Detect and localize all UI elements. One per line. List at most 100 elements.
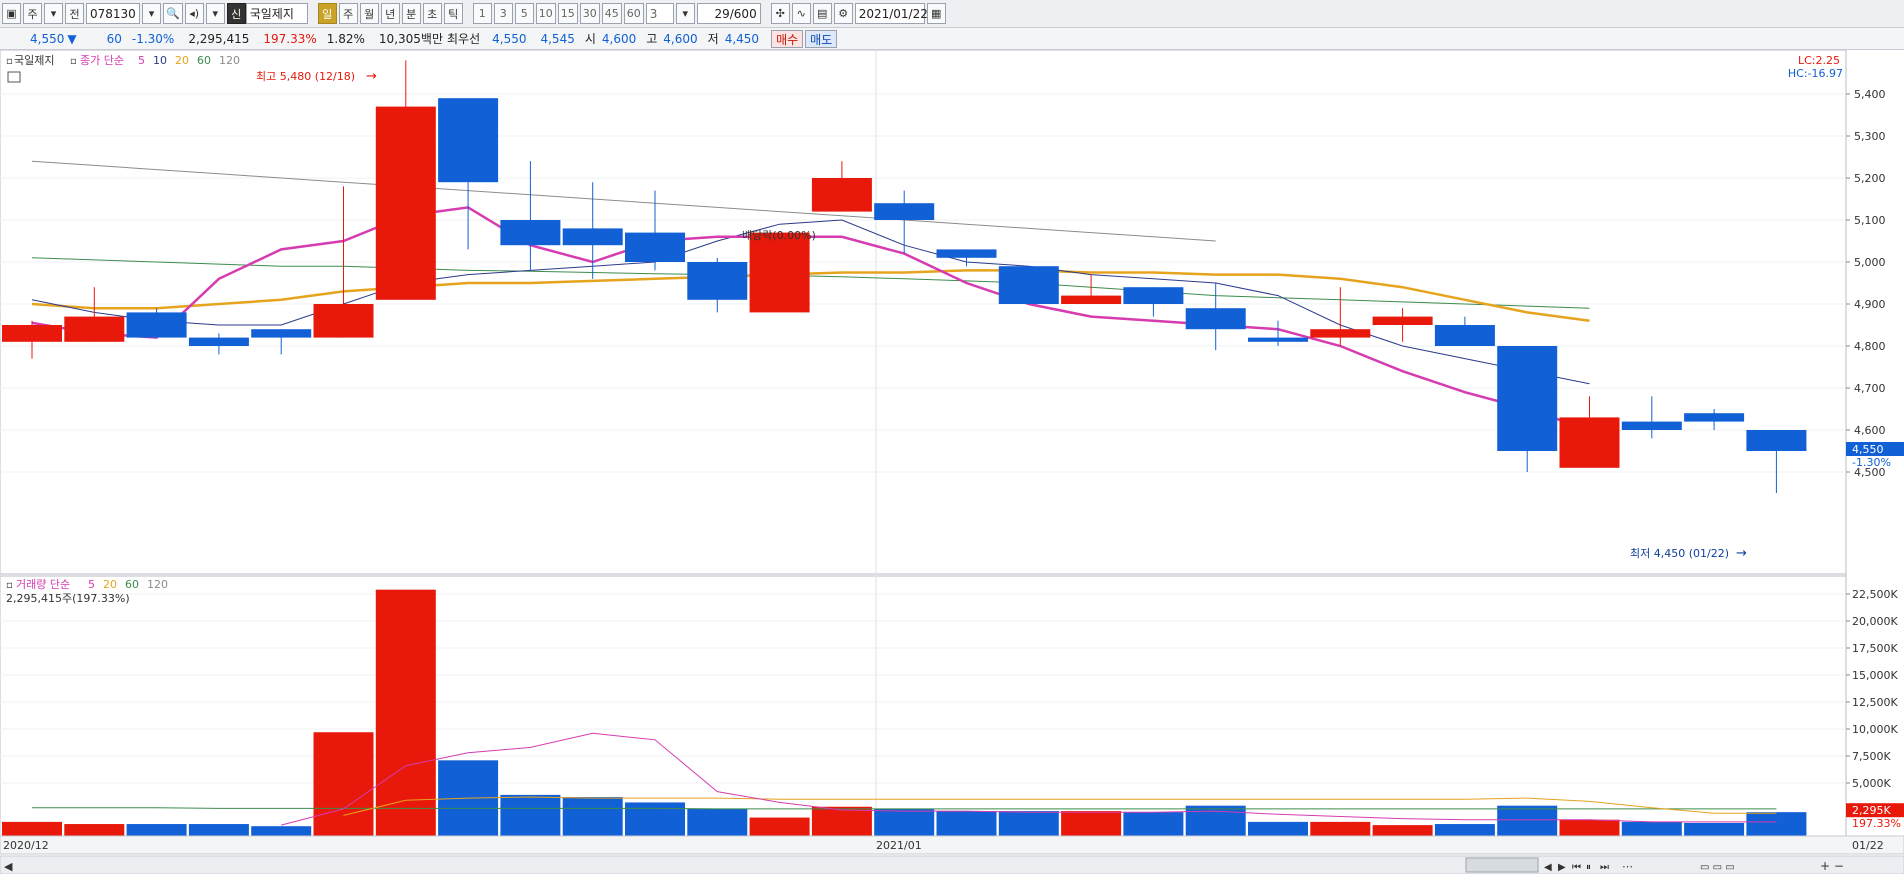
market-dropdown-icon[interactable]: ▾ [44, 3, 63, 24]
stock-code-input[interactable]: 078130 [86, 3, 140, 24]
interval-1-button[interactable]: 1 [472, 3, 492, 24]
candle-body [1372, 316, 1433, 325]
candle-body [188, 337, 249, 346]
volume-legend-period: 20 [103, 578, 117, 591]
volume-tick-label: 10,000K [1852, 723, 1898, 736]
layout-icons: ▭ ▭ ▭ [1700, 862, 1735, 873]
candle-body [811, 178, 872, 212]
legend-ma-period: 20 [175, 54, 189, 67]
layout-icon[interactable]: ▣ [2, 3, 21, 24]
all-button[interactable]: 전 [65, 3, 84, 24]
volume-legend-current: 2,295,415주(197.33%) [6, 592, 130, 605]
interval-60-button[interactable]: 60 [623, 3, 644, 24]
last-volume-ratio-label: 197.33% [1852, 817, 1901, 830]
interval-30-button[interactable]: 30 [579, 3, 600, 24]
period-tick-button[interactable]: 틱 [443, 3, 463, 24]
candle-body [2, 325, 62, 342]
volume-bar [1746, 812, 1807, 837]
best-ask-value: 4,550 [492, 31, 527, 46]
candle-body [375, 106, 436, 300]
volume-legend-icon: ▫ [6, 580, 13, 591]
sell-button[interactable]: 매도 [805, 29, 838, 48]
volume-tick-label: 5,000K [1852, 777, 1891, 790]
volume-bar [936, 811, 997, 837]
candle-body [874, 203, 935, 220]
page-count-field[interactable]: 29/600 [696, 3, 761, 24]
candle-body [998, 266, 1059, 304]
zoom-icons: + − [1820, 859, 1844, 873]
change-value: 60 [106, 31, 122, 46]
volume-bar [2, 821, 62, 837]
period-month-button[interactable]: 월 [359, 3, 379, 24]
volume-bar [874, 808, 935, 837]
candle-body [562, 228, 623, 246]
candle-body [1684, 413, 1745, 422]
candle-body [500, 220, 561, 246]
trend-tool-icon[interactable]: ∿ [791, 3, 811, 24]
period-second-button[interactable]: 초 [422, 3, 442, 24]
gear-icon[interactable]: ⚙ [833, 3, 853, 24]
price-tick-label: 4,800 [1854, 340, 1886, 353]
period-week-button[interactable]: 주 [338, 3, 358, 24]
last-price-label: 4,550 [1852, 443, 1884, 456]
best-bid-value: 4,545 [540, 31, 575, 46]
interval-custom-input[interactable]: 3 [645, 3, 674, 24]
legend-ma-label: 종가 단순 [80, 54, 124, 67]
dividend-arrow-icon: ↓ [776, 245, 787, 260]
interval-10-button[interactable]: 10 [535, 3, 556, 24]
volume-bar [313, 732, 374, 837]
low-annotation: 최저 4,450 (01/22) [1630, 547, 1729, 560]
search-icon[interactable]: 🔍 [163, 3, 183, 24]
candle-body [1746, 430, 1807, 451]
candle-body [1248, 337, 1308, 342]
volume-bar [1123, 812, 1184, 837]
legend-ma-period: 120 [219, 54, 240, 67]
market-button[interactable]: 주 [23, 3, 42, 24]
high-label: 고 [646, 32, 658, 46]
period-minute-button[interactable]: 분 [401, 3, 421, 24]
volume-value: 2,295,415 [188, 31, 250, 46]
volume-bar [126, 824, 187, 837]
last-volume-label: 2,295K [1852, 804, 1891, 817]
lc-label: LC:2.25 [1798, 54, 1840, 67]
price-tick-label: 5,200 [1854, 172, 1886, 185]
crosshair-icon[interactable]: ✣ [770, 3, 790, 24]
volume-tick-label: 22,500K [1852, 588, 1898, 601]
legend-ma-period: 10 [153, 54, 167, 67]
volume-bar [500, 794, 561, 837]
date-input[interactable]: 2021/01/22 [854, 3, 928, 24]
interval-15-button[interactable]: 15 [557, 3, 578, 24]
zoom-range-icon: ⋯ [1622, 860, 1633, 873]
code-dropdown-icon[interactable]: ▾ [142, 3, 161, 24]
candle-body [687, 262, 748, 300]
speaker-dropdown-icon[interactable]: ▾ [205, 3, 225, 24]
candle-body [313, 304, 374, 338]
stock-chart[interactable]: 4,5004,6004,7004,8004,9005,0005,1005,200… [0, 49, 1904, 875]
x-axis-right-label: 01/22 [1852, 839, 1884, 852]
stock-name-field[interactable]: 국일제지 [245, 3, 308, 24]
calendar-icon[interactable]: ▦ [926, 3, 946, 24]
interval-3-button[interactable]: 3 [493, 3, 513, 24]
volume-bar [1372, 825, 1433, 837]
save-icon[interactable]: ▤ [812, 3, 832, 24]
volume-bar [1684, 822, 1745, 837]
low-label: 저 [707, 32, 719, 46]
volume-pane [0, 575, 1847, 837]
legend-ma-period: 60 [197, 54, 211, 67]
period-day-button[interactable]: 일 [317, 3, 337, 24]
legend-stock-name: 국일제지 [14, 53, 54, 67]
volume-legend-period: 5 [88, 578, 95, 591]
interval-5-button[interactable]: 5 [514, 3, 534, 24]
speaker-icon[interactable]: ◂) [184, 3, 204, 24]
period-year-button[interactable]: 년 [380, 3, 400, 24]
candle-body [1185, 308, 1246, 330]
volume-bar [1310, 821, 1371, 837]
chart-area[interactable]: 4,500 4,600 4,700 4,800 4,900 5,000 5,100 5,200… [0, 49, 1904, 875]
volume-bar [998, 811, 1059, 837]
candle-body [126, 312, 187, 338]
buy-button[interactable]: 매수 [771, 29, 804, 48]
scroll-left-icon: ◀ [4, 860, 13, 873]
interval-45-button[interactable]: 45 [601, 3, 622, 24]
volume-bar [1621, 821, 1682, 837]
interval-dropdown-icon[interactable]: ▾ [675, 3, 695, 24]
